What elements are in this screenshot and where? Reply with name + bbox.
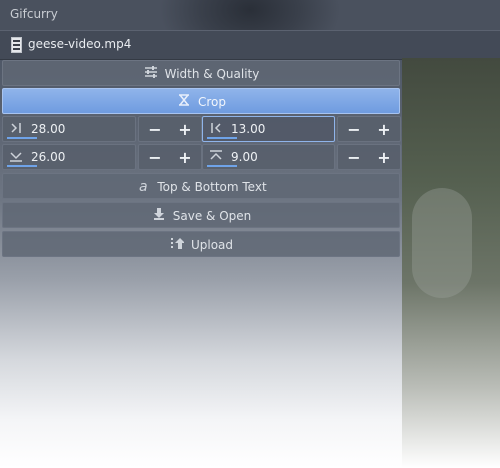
save-open-button[interactable]: Save & Open [2,202,400,228]
crop-bottom-decrement[interactable]: − [145,148,165,167]
window-title: Gifcurry [10,7,58,21]
crop-left-icon [209,122,225,136]
crop-right-value: 28.00 [31,122,66,136]
crop-right-increment[interactable]: + [175,120,195,139]
crop-left-stepper: − + [337,116,401,142]
upload-button[interactable]: Upload [2,231,400,257]
video-preview [402,58,500,468]
sliders-icon [143,66,159,81]
file-bar[interactable]: geese-video.mp4 [0,30,500,60]
text-icon: a [139,179,148,195]
crop-label: Crop [197,95,226,109]
crop-row-right-left: 28.00 − + 13.00 − + [2,116,401,144]
crop-top-stepper: − + [337,144,401,170]
crop-left-decrement[interactable]: − [344,120,364,139]
settings-panel: Width & Quality Crop 28.00 − + 13.00 − +… [0,58,402,468]
crop-top-value: 9.00 [231,150,258,164]
input-underline [7,137,37,139]
save-open-label: Save & Open [172,209,252,223]
crop-left-increment[interactable]: + [374,120,394,139]
film-icon [11,37,22,53]
input-underline [7,165,37,167]
crop-left-field[interactable]: 13.00 [202,116,335,142]
crop-right-stepper: − + [138,116,202,142]
text-label: Top & Bottom Text [157,180,267,194]
crop-left-value: 13.00 [231,122,266,136]
crop-bottom-value: 26.00 [31,150,66,164]
crop-bottom-increment[interactable]: + [175,148,195,167]
preview-subject [412,188,472,298]
upload-icon [169,237,185,252]
crop-top-decrement[interactable]: − [344,148,364,167]
crop-right-decrement[interactable]: − [145,120,165,139]
crop-right-icon [9,122,25,136]
crop-top-field[interactable]: 9.00 [202,144,335,170]
upload-label: Upload [190,238,234,252]
crop-icon [176,94,192,109]
crop-top-icon [209,150,225,164]
file-name: geese-video.mp4 [28,37,132,51]
crop-top-increment[interactable]: + [374,148,394,167]
crop-button[interactable]: Crop [2,88,400,114]
download-icon [151,208,167,223]
crop-row-bottom-top: 26.00 − + 9.00 − + [2,144,401,172]
text-button[interactable]: a Top & Bottom Text [2,173,400,199]
crop-bottom-stepper: − + [138,144,202,170]
width-quality-label: Width & Quality [164,67,260,81]
app-window: Gifcurry geese-video.mp4 Width & Quality… [0,0,500,468]
crop-bottom-field[interactable]: 26.00 [2,144,136,170]
crop-right-field[interactable]: 28.00 [2,116,136,142]
input-underline [207,137,237,139]
width-quality-button[interactable]: Width & Quality [2,60,400,86]
title-bar[interactable]: Gifcurry [0,0,500,30]
input-underline [207,165,237,167]
crop-bottom-icon [9,150,25,164]
